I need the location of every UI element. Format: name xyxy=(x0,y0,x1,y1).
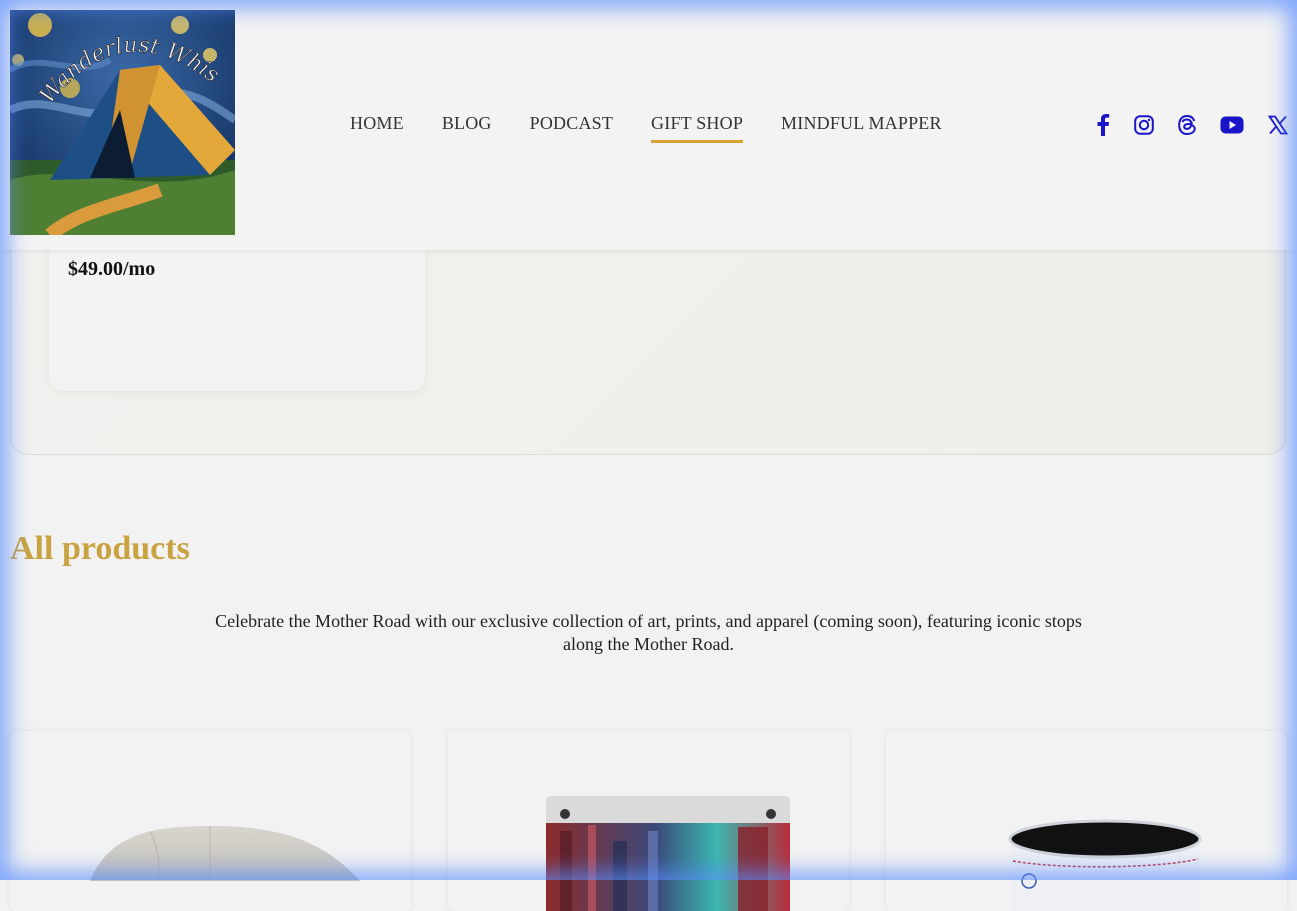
instagram-icon[interactable] xyxy=(1131,112,1157,138)
main-nav: HOME BLOG PODCAST GIFT SHOP MINDFUL MAPP… xyxy=(350,113,980,143)
cap-product-image xyxy=(90,826,360,882)
product-card-print[interactable] xyxy=(448,731,849,911)
nav-mindful-mapper[interactable]: MINDFUL MAPPER xyxy=(781,113,942,143)
nav-gift-shop[interactable]: GIFT SHOP xyxy=(651,113,744,143)
nav-podcast[interactable]: PODCAST xyxy=(530,113,613,143)
facebook-icon[interactable] xyxy=(1090,112,1116,138)
acrylic-print-product-image xyxy=(546,796,790,911)
nav-home[interactable]: HOME xyxy=(350,113,404,143)
threads-icon[interactable] xyxy=(1174,112,1200,138)
all-products-description: Celebrate the Mother Road with our exclu… xyxy=(215,611,1082,654)
product-card-cap[interactable] xyxy=(10,731,411,911)
mug-product-image xyxy=(1008,819,1202,911)
product-card-mug[interactable] xyxy=(886,731,1287,911)
all-products-title: All products xyxy=(10,530,190,567)
social-links xyxy=(1090,112,1291,138)
x-icon[interactable] xyxy=(1265,112,1291,138)
nav-blog[interactable]: BLOG xyxy=(442,113,492,143)
subscription-price: $49.00/mo xyxy=(68,258,156,280)
site-logo[interactable]: Wanderlust Whispers xyxy=(10,10,235,235)
youtube-icon[interactable] xyxy=(1219,112,1245,138)
site-header: Wanderlust Whispers HOME BLOG PODCAST GI… xyxy=(0,0,1297,250)
